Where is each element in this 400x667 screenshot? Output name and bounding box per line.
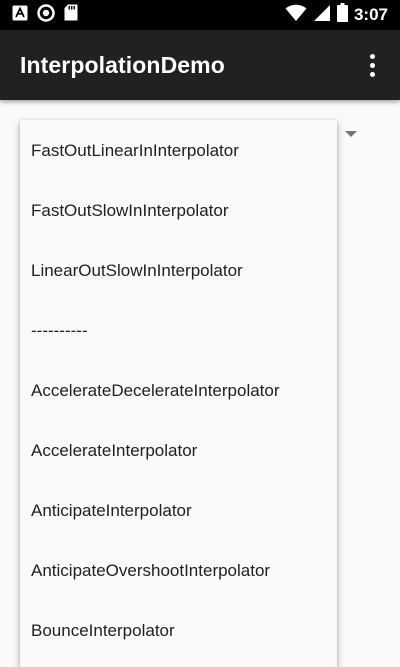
spinner-dropdown-arrow-icon[interactable] bbox=[345, 131, 357, 137]
main-content: FastOutLinearInInterpolator FastOutSlowI… bbox=[0, 100, 400, 667]
app-bar: InterpolationDemo bbox=[0, 30, 400, 100]
battery-icon bbox=[336, 3, 348, 27]
status-bar: 3:07 bbox=[0, 0, 400, 30]
dropdown-item[interactable]: AnticipateOvershootInterpolator bbox=[20, 541, 337, 601]
dropdown-item[interactable]: AnticipateInterpolator bbox=[20, 481, 337, 541]
record-icon bbox=[37, 3, 55, 27]
sd-card-icon bbox=[64, 4, 78, 26]
status-left-icons bbox=[12, 3, 78, 27]
status-time: 3:07 bbox=[353, 5, 388, 24]
spinner-dropdown-list[interactable]: FastOutLinearInInterpolator FastOutSlowI… bbox=[20, 120, 337, 667]
a-icon bbox=[12, 5, 28, 26]
more-vert-dot bbox=[369, 53, 375, 59]
more-vert-dot bbox=[369, 62, 375, 68]
dropdown-item[interactable]: AccelerateDecelerateInterpolator bbox=[20, 361, 337, 421]
dropdown-item[interactable]: FastOutSlowInInterpolator bbox=[20, 181, 337, 241]
dropdown-item-separator[interactable]: ---------- bbox=[20, 301, 337, 361]
dropdown-item[interactable]: FastOutLinearInInterpolator bbox=[20, 121, 337, 181]
cellular-signal-icon bbox=[313, 4, 331, 27]
wifi-icon bbox=[285, 4, 307, 27]
more-vert-icon[interactable] bbox=[360, 45, 384, 85]
status-right-icons: 3:07 bbox=[285, 3, 388, 27]
dropdown-item[interactable]: AccelerateInterpolator bbox=[20, 421, 337, 481]
dropdown-item[interactable]: LinearOutSlowInInterpolator bbox=[20, 241, 337, 301]
app-title: InterpolationDemo bbox=[20, 51, 225, 78]
more-vert-dot bbox=[369, 71, 375, 77]
dropdown-item[interactable]: BounceInterpolator bbox=[20, 601, 337, 661]
